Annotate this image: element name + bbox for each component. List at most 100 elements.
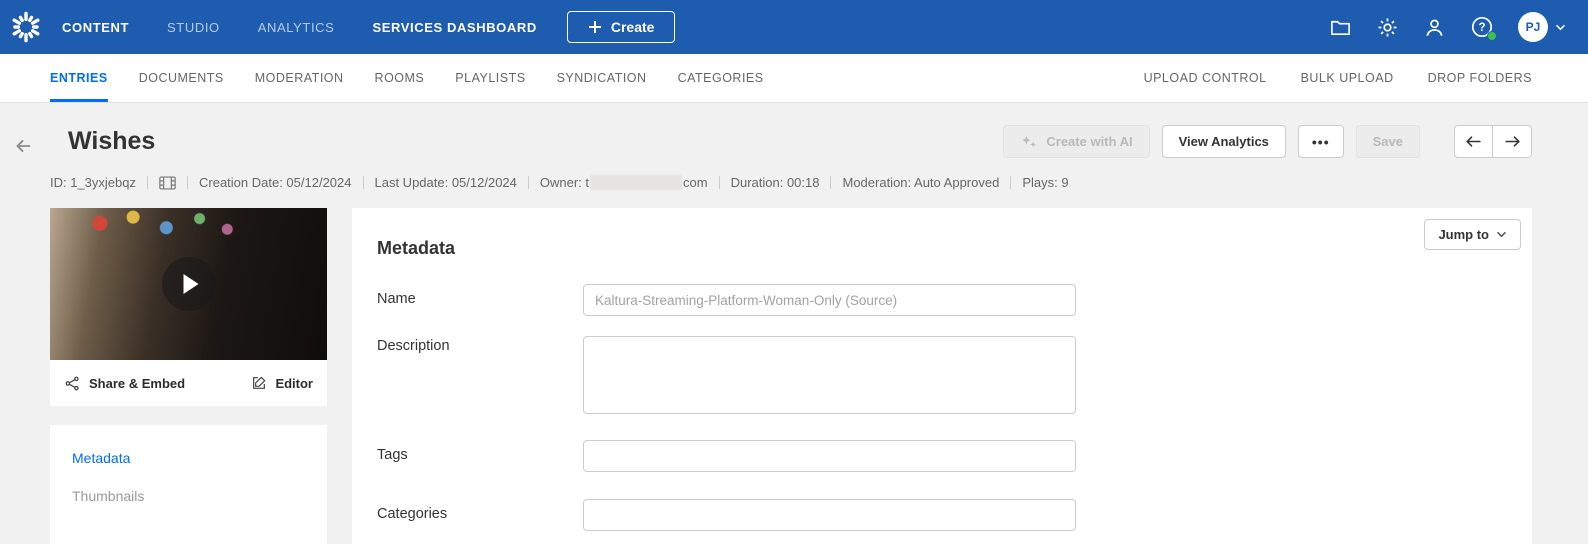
view-analytics-button[interactable]: View Analytics xyxy=(1161,125,1286,158)
link-drop-folders[interactable]: DROP FOLDERS xyxy=(1428,54,1532,102)
tab-rooms[interactable]: ROOMS xyxy=(375,54,425,102)
description-label: Description xyxy=(377,338,450,354)
film-icon xyxy=(159,175,176,190)
link-bulk-upload[interactable]: BULK UPLOAD xyxy=(1301,54,1394,102)
tags-row: Tags xyxy=(377,440,1507,472)
create-button[interactable]: Create xyxy=(566,11,676,43)
tab-syndication[interactable]: SYNDICATION xyxy=(557,54,647,102)
arrow-left-icon xyxy=(1466,136,1481,147)
entry-details-page: Wishes Create with AI View Analytics •••… xyxy=(0,103,1588,544)
share-icon xyxy=(65,376,79,390)
categories-label: Categories xyxy=(377,506,448,522)
user-menu[interactable]: PJ xyxy=(1518,12,1566,42)
entry-sidebar: Share & Embed Editor Metadata Thumbnails xyxy=(50,208,327,544)
top-bar: CONTENT STUDIO ANALYTICS SERVICES DASHBO… xyxy=(0,0,1588,54)
entry-title: Wishes xyxy=(68,127,156,155)
topbar-nav-content[interactable]: CONTENT xyxy=(62,20,129,35)
entry-owner: Owner: t com xyxy=(540,175,708,190)
user-icon[interactable] xyxy=(1423,16,1446,39)
help-icon[interactable]: ? xyxy=(1470,15,1497,41)
section-item-metadata[interactable]: Metadata xyxy=(50,439,327,477)
tab-moderation[interactable]: MODERATION xyxy=(255,54,344,102)
create-with-ai-label: Create with AI xyxy=(1046,134,1133,149)
divider xyxy=(362,176,364,189)
editor-icon xyxy=(253,376,266,389)
tags-label: Tags xyxy=(377,447,408,463)
jump-to-button[interactable]: Jump to xyxy=(1424,219,1521,250)
owner-suffix: com xyxy=(683,175,708,190)
entry-actions: Create with AI View Analytics ••• Save xyxy=(1003,125,1532,158)
metadata-form: Name Description Tags Categories xyxy=(377,284,1507,531)
tab-playlists[interactable]: PLAYLISTS xyxy=(455,54,525,102)
share-embed-label: Share & Embed xyxy=(89,375,186,391)
name-label: Name xyxy=(377,291,416,307)
topbar-nav-services-dashboard[interactable]: SERVICES DASHBOARD xyxy=(372,20,536,35)
save-label: Save xyxy=(1372,134,1403,149)
create-with-ai-button[interactable]: Create with AI xyxy=(1003,125,1150,158)
categories-row: Categories xyxy=(377,499,1507,531)
chevron-down-icon xyxy=(1556,24,1565,30)
categories-input[interactable] xyxy=(583,499,1076,531)
tab-entries[interactable]: ENTRIES xyxy=(50,54,108,102)
divider xyxy=(147,176,148,189)
section-item-thumbnails[interactable]: Thumbnails xyxy=(50,477,327,515)
arrow-right-icon xyxy=(1504,136,1520,147)
subnav-tabs: ENTRIES DOCUMENTS MODERATION ROOMS PLAYL… xyxy=(50,54,764,102)
divider xyxy=(1010,176,1012,189)
name-row: Name xyxy=(377,284,1507,316)
owner-prefix: Owner: t xyxy=(539,175,590,190)
entry-section-nav: Metadata Thumbnails xyxy=(50,425,327,544)
plus-icon xyxy=(588,21,601,33)
create-button-label: Create xyxy=(610,19,655,35)
owner-redacted xyxy=(590,175,683,190)
video-preview-card: Share & Embed Editor xyxy=(50,208,327,406)
name-input[interactable] xyxy=(583,284,1076,316)
share-embed-button[interactable]: Share & Embed xyxy=(64,375,185,392)
entry-header: Wishes Create with AI View Analytics •••… xyxy=(50,125,1532,158)
description-input[interactable] xyxy=(583,336,1076,414)
save-button[interactable]: Save xyxy=(1355,125,1420,158)
online-status-badge xyxy=(1487,31,1497,41)
subnav-right-links: UPLOAD CONTROL BULK UPLOAD DROP FOLDERS xyxy=(1144,54,1532,102)
entry-pager xyxy=(1454,125,1532,158)
description-row: Description xyxy=(377,336,1507,414)
ellipsis-icon: ••• xyxy=(1311,133,1330,150)
divider xyxy=(187,176,188,189)
play-button[interactable] xyxy=(161,256,217,312)
previous-entry-button[interactable] xyxy=(1454,125,1493,158)
divider xyxy=(718,176,720,189)
metadata-heading: Metadata xyxy=(377,238,456,258)
avatar[interactable]: PJ xyxy=(1518,12,1548,42)
entry-plays: Plays: 9 xyxy=(1022,175,1069,190)
svg-text:?: ? xyxy=(1478,22,1485,34)
tab-categories[interactable]: CATEGORIES xyxy=(678,54,764,102)
entry-info-bar: ID: 1_3yxjebqz Creation Date: 05/12/2024… xyxy=(50,175,1532,190)
tags-input[interactable] xyxy=(583,440,1076,472)
entry-creation-date: Creation Date: 05/12/2024 xyxy=(199,175,352,190)
divider xyxy=(830,176,832,189)
entry-moderation: Moderation: Auto Approved xyxy=(842,175,1000,190)
back-button[interactable] xyxy=(8,131,38,164)
topbar-nav-studio[interactable]: STUDIO xyxy=(167,20,220,35)
chevron-down-icon xyxy=(1497,231,1506,238)
entry-last-update: Last Update: 05/12/2024 xyxy=(374,175,517,190)
video-actions: Share & Embed Editor xyxy=(50,360,327,406)
video-thumbnail[interactable] xyxy=(50,208,327,360)
metadata-panel: Jump to Metadata Name Description Tags xyxy=(352,208,1532,544)
editor-button[interactable]: Editor xyxy=(251,375,313,391)
folder-icon[interactable] xyxy=(1329,16,1352,39)
more-actions-button[interactable]: ••• xyxy=(1297,125,1344,158)
next-entry-button[interactable] xyxy=(1493,125,1532,158)
topbar-nav-analytics[interactable]: ANALYTICS xyxy=(258,20,335,35)
view-analytics-label: View Analytics xyxy=(1178,134,1269,149)
topbar-right-icons: ? PJ xyxy=(1329,12,1566,42)
gear-icon[interactable] xyxy=(1376,16,1399,39)
back-arrow-icon xyxy=(16,140,31,152)
editor-label: Editor xyxy=(275,375,313,391)
entry-body: Share & Embed Editor Metadata Thumbnails… xyxy=(50,208,1532,544)
kaltura-logo-icon[interactable] xyxy=(6,7,46,47)
content-subnav: ENTRIES DOCUMENTS MODERATION ROOMS PLAYL… xyxy=(0,54,1588,103)
link-upload-control[interactable]: UPLOAD CONTROL xyxy=(1144,54,1267,102)
tab-documents[interactable]: DOCUMENTS xyxy=(139,54,224,102)
divider xyxy=(527,176,529,189)
